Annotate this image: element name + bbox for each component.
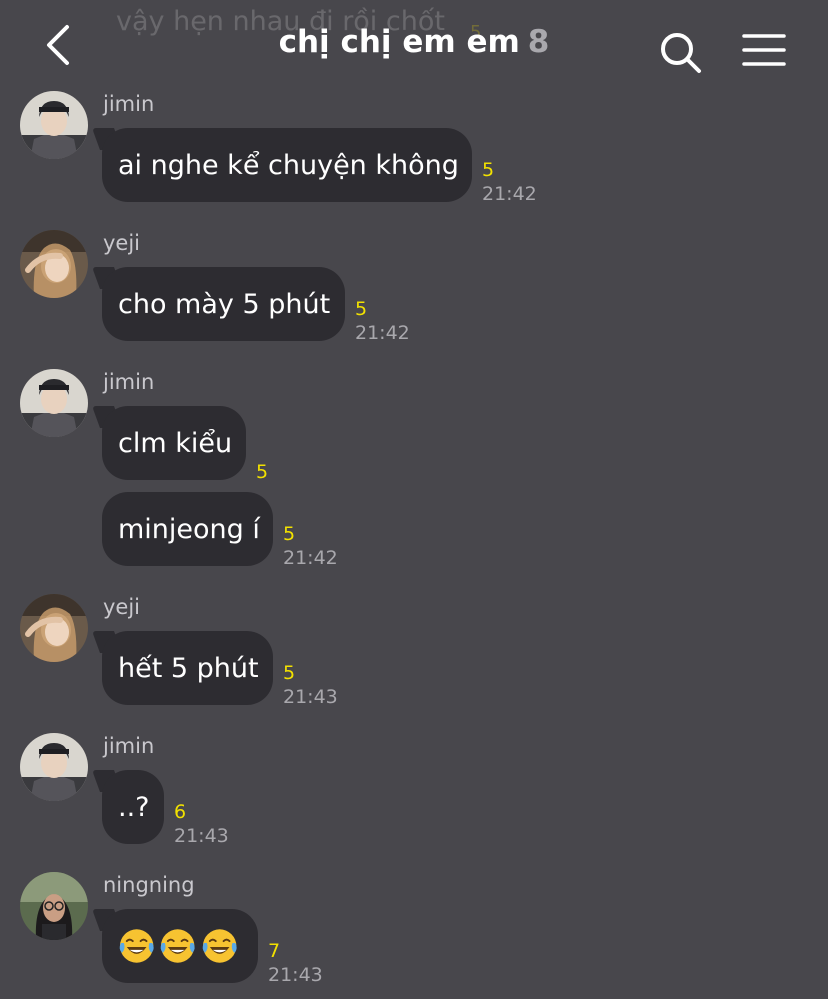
sender-name: ningning: [103, 873, 195, 897]
message-bubble[interactable]: cho mày 5 phút: [102, 267, 345, 341]
unread-count: 7: [268, 940, 281, 962]
message-time: 21:43: [174, 825, 229, 847]
sender-name: jimin: [103, 92, 155, 116]
message-text: clm kiểu: [118, 427, 233, 459]
message-time: 21:42: [482, 183, 537, 205]
unread-count: 5: [283, 523, 296, 545]
message-bubble[interactable]: hết 5 phút: [102, 631, 273, 705]
avatar[interactable]: [20, 594, 88, 662]
message-time: 21:42: [283, 547, 338, 569]
message-bubble[interactable]: minjeong í: [102, 492, 273, 566]
message-list[interactable]: jimin ai nghe kể chuyện không 5 21:42 ye…: [0, 0, 828, 999]
avatar[interactable]: [20, 733, 88, 801]
avatar[interactable]: [20, 872, 88, 940]
unread-count: 5: [256, 461, 269, 483]
unread-count: 5: [482, 159, 495, 181]
tears-of-joy-emoji: [119, 929, 154, 963]
message-time: 21:43: [283, 686, 338, 708]
avatar[interactable]: [20, 369, 88, 437]
tears-of-joy-emoji: [202, 929, 237, 963]
message-bubble[interactable]: clm kiểu: [102, 406, 246, 480]
message-text: hết 5 phút: [118, 652, 259, 684]
avatar[interactable]: [20, 91, 88, 159]
message-bubble[interactable]: ..?: [102, 770, 164, 844]
sender-name: yeji: [103, 231, 141, 255]
tears-of-joy-emoji: [161, 929, 195, 963]
message-time: 21:42: [355, 322, 410, 344]
message-time: 21:43: [268, 964, 323, 986]
unread-count: 5: [283, 662, 296, 684]
sender-name: yeji: [103, 595, 141, 619]
message-text: ..?: [118, 791, 150, 823]
avatar[interactable]: [20, 230, 88, 298]
message-text: minjeong í: [118, 513, 260, 545]
sender-name: jimin: [103, 734, 155, 758]
message-text: cho mày 5 phút: [118, 288, 331, 320]
message-bubble[interactable]: 😂😂😂: [102, 909, 258, 983]
message-text: ai nghe kể chuyện không: [118, 149, 459, 181]
message-bubble[interactable]: ai nghe kể chuyện không: [102, 128, 472, 202]
unread-count: 5: [355, 298, 368, 320]
sender-name: jimin: [103, 370, 155, 394]
unread-count: 6: [174, 801, 187, 823]
